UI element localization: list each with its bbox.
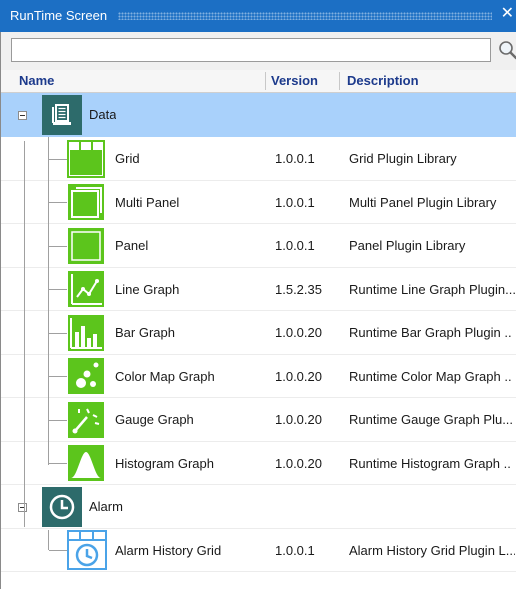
plugin-version: 1.0.0.1: [275, 151, 315, 166]
plugin-description: Runtime Gauge Graph Plu...: [349, 412, 514, 427]
search-icon[interactable]: [497, 39, 516, 61]
tree-item-row[interactable]: Line Graph 1.5.2.35 Runtime Line Graph Plu…: [1, 268, 516, 311]
column-divider[interactable]: [265, 72, 266, 90]
tree-connector: [49, 245, 67, 247]
plugin-description: Runtime Color Map Graph ..: [349, 368, 512, 384]
search-input[interactable]: [11, 38, 491, 62]
tree-item-row[interactable]: Alarm History Grid 1.0.0.1 Alarm History G…: [1, 529, 516, 573]
tree-item-row[interactable]: Bar Graph 1.0.0.20 Runtime Bar Graph Plugi…: [1, 311, 516, 355]
gauge-graph-icon: [67, 401, 105, 442]
alarm-history-grid-icon: [67, 530, 107, 573]
plugin-name: Bar Graph: [115, 325, 175, 340]
plugin-description: Grid Plugin Library: [349, 151, 457, 166]
category-label: Data: [89, 107, 117, 122]
bar-graph-icon: [67, 314, 105, 355]
plugin-name: Grid: [115, 151, 140, 166]
plugin-version: 1.0.0.20: [275, 455, 322, 471]
tree-connector: [49, 376, 67, 378]
clock-icon: [42, 487, 82, 527]
description-column-header[interactable]: Description: [347, 70, 419, 92]
tree-category-data[interactable]: Data: [1, 93, 516, 137]
plugin-description: Alarm History Grid Plugin L...: [349, 542, 515, 558]
tree-item-row[interactable]: Grid 1.0.0.1 Grid Plugin Library: [1, 137, 516, 181]
close-icon[interactable]: ✕: [501, 6, 514, 22]
plugin-name: Histogram Graph: [115, 455, 214, 471]
plugin-description: Runtime Bar Graph Plugin ..: [349, 325, 512, 340]
tree-connector: [24, 141, 25, 527]
multi-panel-icon: [67, 183, 105, 224]
title-bar: RunTime Screen ✕: [0, 0, 516, 32]
column-divider[interactable]: [339, 72, 340, 90]
category-label: Alarm: [89, 499, 123, 514]
tree-item-row[interactable]: Panel 1.0.0.1 Panel Plugin Library: [1, 224, 516, 268]
version-column-header[interactable]: Version: [271, 70, 318, 92]
plugin-version: 1.0.0.20: [275, 368, 322, 384]
tree-connector: [49, 332, 67, 334]
tree-item-row[interactable]: Color Map Graph 1.0.0.20 Runtime Color Map…: [1, 355, 516, 398]
plugin-name: Color Map Graph: [115, 368, 215, 384]
plugin-tree-list: Name Version Description Data Grid 1.0.0…: [0, 70, 516, 589]
tree-connector: [49, 289, 67, 291]
plugin-description: Panel Plugin Library: [349, 238, 466, 253]
plugin-description: Runtime Histogram Graph ..: [349, 455, 511, 471]
plugin-name: Alarm History Grid: [115, 542, 222, 558]
plugin-name: Gauge Graph: [115, 412, 194, 427]
tree-category-alarm[interactable]: Alarm: [1, 485, 516, 529]
plugin-version: 1.0.0.1: [275, 542, 315, 558]
plugin-version: 1.0.0.1: [275, 194, 315, 210]
color-map-graph-icon: [67, 357, 105, 398]
tree-item-row[interactable]: Histogram Graph 1.0.0.20 Runtime Histogram…: [1, 442, 516, 485]
plugin-name: Multi Panel: [115, 194, 180, 210]
line-graph-icon: [67, 270, 105, 311]
tree-connector: [49, 158, 67, 160]
plugin-version: 1.5.2.35: [275, 281, 322, 297]
plugin-version: 1.0.0.1: [275, 238, 315, 253]
plugin-name: Line Graph: [115, 281, 180, 297]
plugin-name: Panel: [115, 238, 149, 253]
plugin-description: Runtime Line Graph Plugin...: [349, 281, 515, 297]
tree-connector: [48, 530, 49, 550]
plugin-description: Multi Panel Plugin Library: [349, 194, 497, 210]
tree-connector: [49, 419, 67, 421]
tree-item-row[interactable]: Multi Panel 1.0.0.1 Multi Panel Plugin Lib…: [1, 181, 516, 224]
name-column-header[interactable]: Name: [19, 70, 54, 92]
tree-connector: [49, 463, 67, 465]
tree-connector: [49, 550, 67, 552]
grid-icon: [67, 139, 105, 181]
search-bar: [0, 32, 516, 70]
panel-icon: [67, 227, 105, 268]
tree-connector: [48, 137, 49, 465]
collapse-toggle-icon[interactable]: [18, 503, 27, 512]
title-bar-grip: [118, 12, 492, 20]
plugin-version: 1.0.0.20: [275, 325, 322, 340]
data-document-icon: [42, 95, 82, 135]
window-title: RunTime Screen: [10, 8, 108, 23]
column-header: Name Version Description: [1, 70, 516, 93]
collapse-toggle-icon[interactable]: [18, 111, 27, 120]
plugin-version: 1.0.0.20: [275, 412, 322, 427]
tree-item-row[interactable]: Gauge Graph 1.0.0.20 Runtime Gauge Graph P…: [1, 398, 516, 442]
tree-connector: [49, 202, 67, 204]
histogram-graph-icon: [67, 444, 105, 485]
